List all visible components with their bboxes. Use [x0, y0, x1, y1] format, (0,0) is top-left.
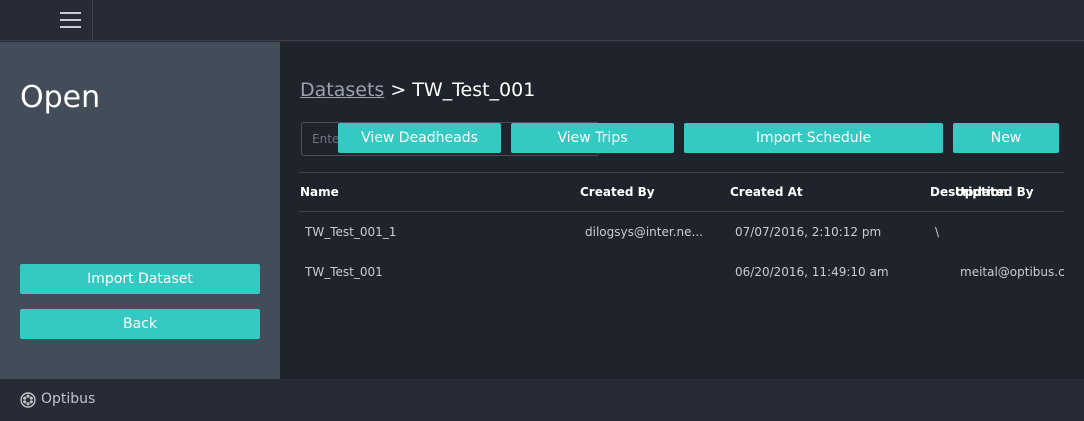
- sidebar-title: Open: [20, 80, 101, 115]
- column-header-name[interactable]: Name: [300, 185, 339, 199]
- cell-description: \: [935, 225, 940, 239]
- import-dataset-button[interactable]: Import Dataset: [20, 264, 260, 294]
- cell-created-at: 07/07/2016, 2:10:12 pm: [735, 225, 882, 239]
- import-schedule-button[interactable]: Import Schedule: [684, 123, 943, 153]
- column-header-created-by[interactable]: Created By: [580, 185, 655, 199]
- breadcrumb-separator: >: [390, 79, 407, 101]
- back-button[interactable]: Back: [20, 309, 260, 339]
- table-top-divider: [299, 172, 1064, 173]
- cell-name: TW_Test_001_1: [305, 225, 397, 239]
- cell-created-at: 06/20/2016, 11:49:10 am: [735, 265, 889, 279]
- breadcrumb-current: TW_Test_001: [412, 79, 536, 101]
- cell-created-by: dilogsys@inter.ne...: [585, 225, 703, 239]
- breadcrumb-datasets-link[interactable]: Datasets: [300, 79, 384, 101]
- breadcrumb: Datasets > TW_Test_001: [300, 79, 535, 101]
- cell-name: TW_Test_001: [305, 265, 383, 279]
- column-header-updated-by[interactable]: Updated By: [955, 185, 1034, 199]
- optibus-logo-icon: [20, 392, 36, 408]
- brand-name: Optibus: [41, 391, 96, 407]
- table-row[interactable]: TW_Test_001 06/20/2016, 11:49:10 am meit…: [299, 252, 1065, 292]
- footer: Optibus: [0, 379, 1084, 421]
- sidebar: Open Import Dataset Back: [0, 42, 280, 379]
- view-deadheads-button[interactable]: View Deadheads: [338, 123, 501, 153]
- main-panel: Datasets>TW_Test_001 View Deadheads View…: [280, 42, 1084, 379]
- hamburger-menu-icon[interactable]: [46, 0, 93, 41]
- cell-updated-by: meital@optibus.c: [960, 265, 1065, 279]
- view-trips-button[interactable]: View Trips: [511, 123, 674, 153]
- column-header-created-at[interactable]: Created At: [730, 185, 803, 199]
- top-bar: [0, 0, 1084, 41]
- new-button[interactable]: New: [953, 123, 1059, 153]
- table-row[interactable]: TW_Test_001_1 dilogsys@inter.ne... 07/07…: [299, 212, 1064, 252]
